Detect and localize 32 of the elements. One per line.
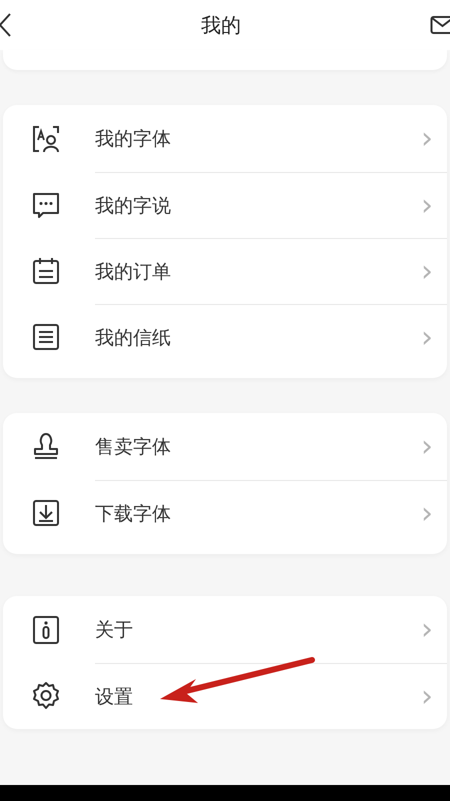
menu-item[interactable]: 关于 › (3, 597, 447, 663)
menu-label: 关于 (95, 618, 133, 643)
chevron-icon: › (421, 322, 433, 352)
menu-item[interactable]: 售卖字体 › (3, 414, 447, 480)
chevron-icon: › (421, 124, 433, 154)
page-title: 我的 (201, 12, 241, 38)
document-icon (30, 321, 62, 353)
mail-icon[interactable] (430, 15, 450, 35)
menu-item[interactable]: 下载字体 › (3, 480, 447, 546)
menu-item[interactable]: 我的订单 › (3, 238, 447, 304)
menu-item[interactable]: 我的字体 › (3, 106, 447, 172)
menu-item[interactable]: 我的信纸 › (3, 304, 447, 370)
calendar-icon (30, 255, 62, 287)
menu-label: 设置 (95, 684, 133, 710)
menu-label: 我的字体 (95, 127, 171, 152)
chevron-icon: › (421, 256, 433, 286)
font-person-icon (30, 123, 62, 155)
download-icon (30, 497, 62, 529)
menu-label: 售卖字体 (95, 435, 171, 460)
chevron-icon: › (421, 190, 433, 220)
menu-label: 我的订单 (95, 260, 171, 284)
back-icon[interactable] (0, 12, 12, 38)
chevron-icon: › (421, 498, 433, 528)
info-icon (30, 614, 62, 646)
menu-label: 我的字说 (95, 194, 171, 218)
chevron-icon: › (421, 615, 433, 645)
menu-label: 下载字体 (95, 502, 171, 526)
menu-label: 我的信纸 (95, 326, 171, 350)
chevron-icon: › (421, 432, 433, 462)
menu-item[interactable]: 我的字说 › (3, 172, 447, 238)
settings-icon (30, 680, 62, 712)
chevron-icon: › (421, 682, 433, 712)
